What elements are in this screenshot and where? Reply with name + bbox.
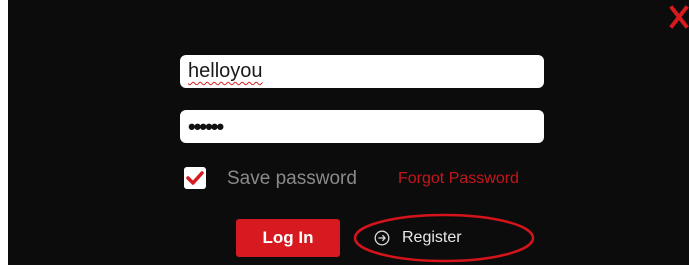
- register-button[interactable]: Register: [374, 220, 462, 256]
- login-button-label: Log In: [262, 228, 314, 247]
- save-password-label: Save password: [227, 168, 357, 189]
- password-masked-value: ••••••: [188, 113, 224, 139]
- username-value: helloyou: [188, 60, 263, 82]
- save-password-checkbox[interactable]: [184, 167, 206, 189]
- close-icon[interactable]: [669, 4, 689, 30]
- login-button[interactable]: Log In: [236, 219, 340, 257]
- circle-arrow-icon: [374, 230, 390, 246]
- register-button-label: Register: [402, 229, 462, 246]
- username-input[interactable]: helloyou: [180, 55, 544, 88]
- password-input[interactable]: ••••••: [180, 110, 544, 143]
- forgot-password-link[interactable]: Forgot Password: [398, 170, 519, 188]
- login-dialog: helloyou •••••• Save password Forgot Pas…: [8, 0, 689, 265]
